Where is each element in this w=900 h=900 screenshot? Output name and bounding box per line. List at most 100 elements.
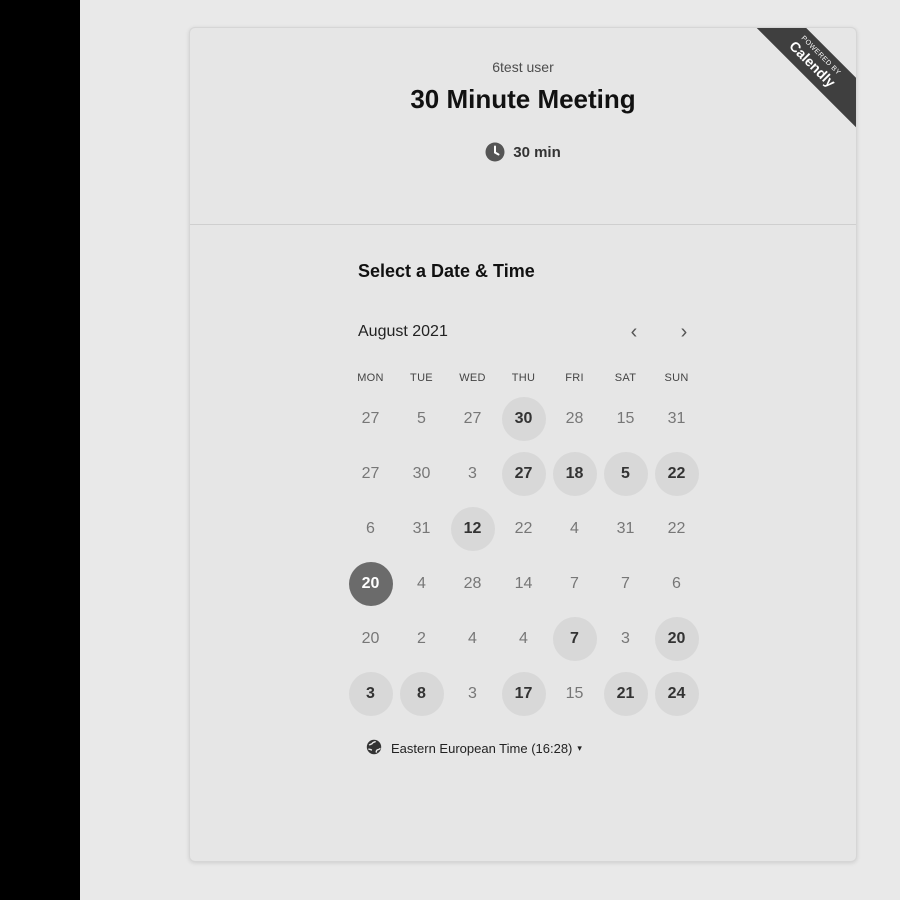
- calendar-day-cell: 6: [651, 556, 702, 611]
- calendar-day-cell: 27: [345, 391, 396, 446]
- calendar-day: 22: [667, 519, 686, 537]
- calendar-day-cell: 31: [651, 391, 702, 446]
- calendar-day: 15: [616, 409, 635, 427]
- calendar-day-cell: 30: [498, 391, 549, 446]
- calendar-day-cell: 8: [396, 666, 447, 721]
- globe-icon: [366, 739, 382, 758]
- calendar-day-cell: 15: [600, 391, 651, 446]
- weekday-wed: WED: [459, 372, 486, 384]
- timezone-selector[interactable]: Eastern European Time (16:28) ▾: [366, 739, 582, 758]
- calendar-day-cell: 20: [345, 611, 396, 666]
- select-date-time-heading: Select a Date & Time: [358, 261, 535, 281]
- calendar-day: 27: [463, 409, 482, 427]
- calendar-day-cell: 12: [447, 501, 498, 556]
- calendar-day: 14: [514, 574, 533, 592]
- calendar-day: 22: [514, 519, 533, 537]
- calendar-day: 28: [565, 409, 584, 427]
- event-header: 6test user 30 Minute Meeting 30 min: [190, 28, 856, 225]
- calendar-day-cell: 30: [396, 446, 447, 501]
- calendar-day-cell: 2: [396, 611, 447, 666]
- calendar-day-cell: 3: [447, 666, 498, 721]
- calendar-day-cell: 20: [345, 556, 396, 611]
- calendar-day-cell: 7: [600, 556, 651, 611]
- calendar-day-cell: 5: [396, 391, 447, 446]
- calendar-day-cell: 14: [498, 556, 549, 611]
- calendar-day-selected[interactable]: 20: [348, 561, 393, 606]
- calendar-day-cell: 22: [651, 501, 702, 556]
- calendar-day-available[interactable]: 22: [654, 451, 699, 496]
- calendar-day: 27: [361, 409, 380, 427]
- booking-card: POWERED BY Calendly 6test user 30 Minute…: [189, 27, 857, 862]
- calendar-day-grid: 27 5 27 30 28 15 31 27 30 3 27 18 5 22 6 31 12 22 4 31 22 20 4…: [345, 391, 702, 721]
- calendar-day-cell: 15: [549, 666, 600, 721]
- calendar-day: 15: [565, 684, 584, 702]
- event-owner-name: 6test user: [492, 59, 554, 75]
- calendar-day: 3: [468, 464, 477, 482]
- weekday-mon: MON: [357, 372, 384, 384]
- calendar-day-cell: 7: [549, 556, 600, 611]
- calendar-day: 31: [616, 519, 635, 537]
- calendar-day: 7: [621, 574, 630, 592]
- month-label: August 2021: [358, 323, 448, 340]
- calendar-day: 4: [519, 629, 528, 647]
- calendar-day-cell: 21: [600, 666, 651, 721]
- calendar-day-available[interactable]: 24: [654, 671, 699, 716]
- timezone-label: Eastern European Time (16:28): [391, 741, 573, 756]
- calendar-day-available[interactable]: 27: [501, 451, 546, 496]
- calendar-day-available[interactable]: 3: [348, 671, 393, 716]
- calendar-day: 30: [412, 464, 431, 482]
- calendar-day-cell: 27: [447, 391, 498, 446]
- event-title: 30 Minute Meeting: [410, 84, 636, 114]
- duration-label: 30 min: [513, 143, 561, 161]
- calendar-day-available[interactable]: 17: [501, 671, 546, 716]
- calendar-day-cell: 4: [396, 556, 447, 611]
- calendar-day: 31: [667, 409, 686, 427]
- calendar-day-cell: 4: [549, 501, 600, 556]
- calendar-day-cell: 4: [498, 611, 549, 666]
- previous-month-button[interactable]: ‹: [620, 318, 648, 346]
- calendar-day: 6: [366, 519, 375, 537]
- weekday-fri: FRI: [565, 372, 584, 384]
- calendar-day: 28: [463, 574, 482, 592]
- calendar-day-cell: 20: [651, 611, 702, 666]
- calendar-day-cell: 4: [447, 611, 498, 666]
- calendar-day-available[interactable]: 8: [399, 671, 444, 716]
- calendar-day: 3: [621, 629, 630, 647]
- event-duration: 30 min: [190, 142, 856, 162]
- calendar-day-available[interactable]: 18: [552, 451, 597, 496]
- calendar-day: 31: [412, 519, 431, 537]
- calendar-day-cell: 7: [549, 611, 600, 666]
- calendar-day: 4: [417, 574, 426, 592]
- calendar-day-cell: 3: [345, 666, 396, 721]
- calendar-day-cell: 3: [600, 611, 651, 666]
- calendar-day-available[interactable]: 21: [603, 671, 648, 716]
- calendar-day-available[interactable]: 7: [552, 616, 597, 661]
- month-navigation: August 2021 ‹ ›: [358, 318, 698, 346]
- calendar-day-cell: 18: [549, 446, 600, 501]
- weekday-sat: SAT: [614, 372, 637, 384]
- calendar-day-available[interactable]: 5: [603, 451, 648, 496]
- calendar-day: 5: [417, 409, 426, 427]
- calendar-day: 3: [468, 684, 477, 702]
- calendar-day-cell: 31: [600, 501, 651, 556]
- left-dark-strip: [0, 0, 80, 900]
- calendar-day-available[interactable]: 20: [654, 616, 699, 661]
- calendar-day-cell: 31: [396, 501, 447, 556]
- calendar-day-available[interactable]: 30: [501, 396, 546, 441]
- clock-icon: [485, 142, 505, 162]
- calendar-day: 27: [361, 464, 380, 482]
- calendar-day: 6: [672, 574, 681, 592]
- calendar-day-available[interactable]: 12: [450, 506, 495, 551]
- calendar-day: 7: [570, 574, 579, 592]
- calendar-day-cell: 28: [549, 391, 600, 446]
- calendar-day: 20: [361, 629, 380, 647]
- calendar-day-cell: 17: [498, 666, 549, 721]
- weekday-tue: TUE: [410, 372, 433, 384]
- weekday-header-row: MON TUE WED THU FRI SAT SUN: [345, 372, 702, 384]
- calendar-day-cell: 22: [651, 446, 702, 501]
- calendar-day-cell: 5: [600, 446, 651, 501]
- next-month-button[interactable]: ›: [670, 318, 698, 346]
- weekday-sun: SUN: [664, 372, 689, 384]
- chevron-down-icon: ▾: [577, 743, 582, 753]
- calendar-day-cell: 28: [447, 556, 498, 611]
